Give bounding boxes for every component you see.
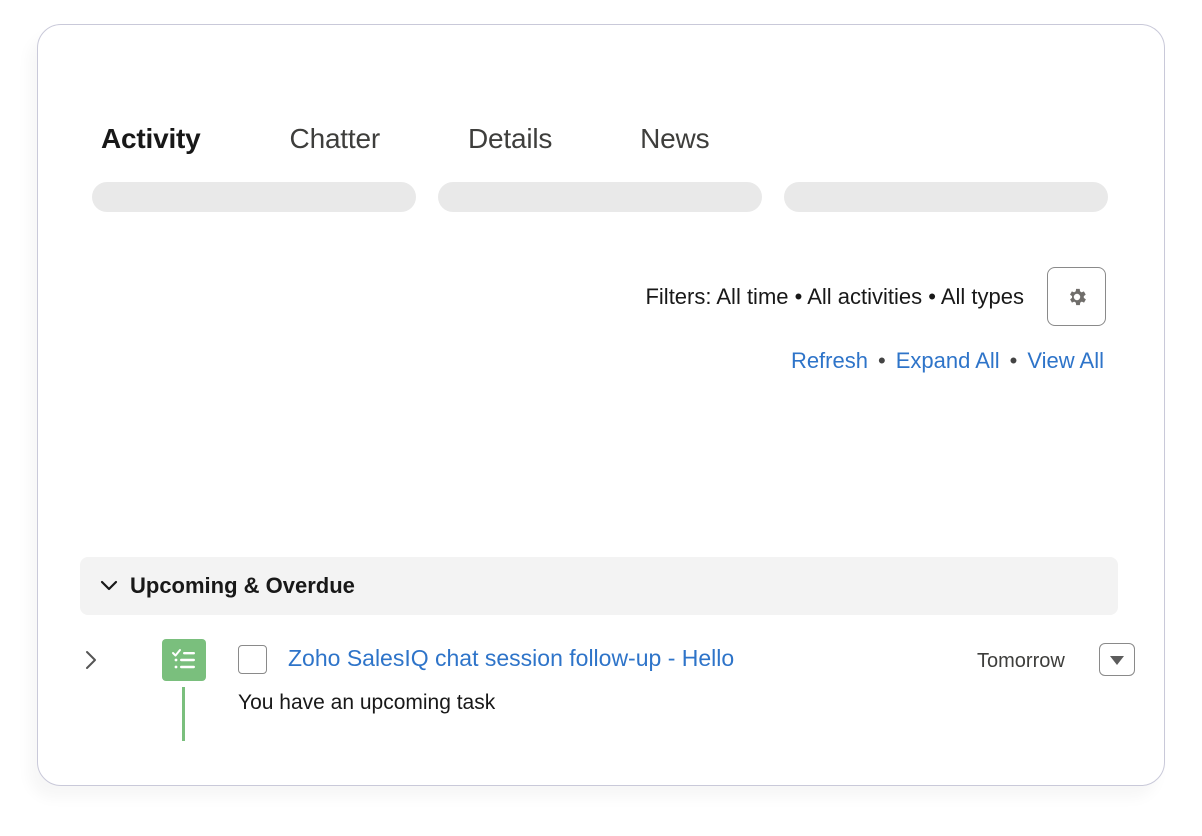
activity-actions: Refresh • Expand All • View All: [791, 348, 1104, 374]
expand-all-link[interactable]: Expand All: [896, 348, 1000, 374]
chevron-down-icon: [100, 580, 118, 591]
activity-card: Activity Chatter Details News Filters: A…: [37, 24, 1165, 786]
task-title-link[interactable]: Zoho SalesIQ chat session follow-up - He…: [288, 645, 734, 672]
task-due-date: Tomorrow: [977, 650, 1065, 672]
skeleton-bar: [438, 182, 762, 212]
filters-summary: Filters: All time • All activities • All…: [645, 283, 1024, 309]
section-upcoming-overdue[interactable]: Upcoming & Overdue: [80, 557, 1118, 615]
task-list-icon: [172, 649, 195, 669]
filters-row: Filters: All time • All activities • All…: [645, 267, 1106, 326]
timeline-line: [182, 687, 185, 741]
tab-details[interactable]: Details: [468, 123, 552, 155]
separator: •: [1009, 348, 1018, 373]
skeleton-bar: [784, 182, 1108, 212]
expand-item-button[interactable]: [84, 649, 98, 676]
timeline-item: Zoho SalesIQ chat session follow-up - He…: [78, 637, 1135, 747]
chevron-right-icon: [86, 651, 96, 669]
tab-bar: Activity Chatter Details News: [101, 123, 798, 155]
refresh-link[interactable]: Refresh: [791, 348, 868, 374]
gear-icon: [1069, 288, 1086, 305]
tab-chatter[interactable]: Chatter: [290, 123, 381, 155]
tab-activity[interactable]: Activity: [101, 123, 201, 155]
loading-placeholders: [92, 182, 1108, 212]
caret-down-icon: [1110, 655, 1124, 665]
filter-settings-button[interactable]: [1047, 267, 1106, 326]
task-actions-menu-button[interactable]: [1099, 643, 1135, 676]
task-icon: [162, 639, 206, 681]
view-all-link[interactable]: View All: [1027, 348, 1104, 374]
tab-news[interactable]: News: [640, 123, 709, 155]
section-title: Upcoming & Overdue: [130, 573, 355, 598]
task-description: You have an upcoming task: [238, 691, 496, 714]
separator: •: [877, 348, 886, 373]
skeleton-bar: [92, 182, 416, 212]
task-complete-checkbox[interactable]: [238, 645, 267, 674]
